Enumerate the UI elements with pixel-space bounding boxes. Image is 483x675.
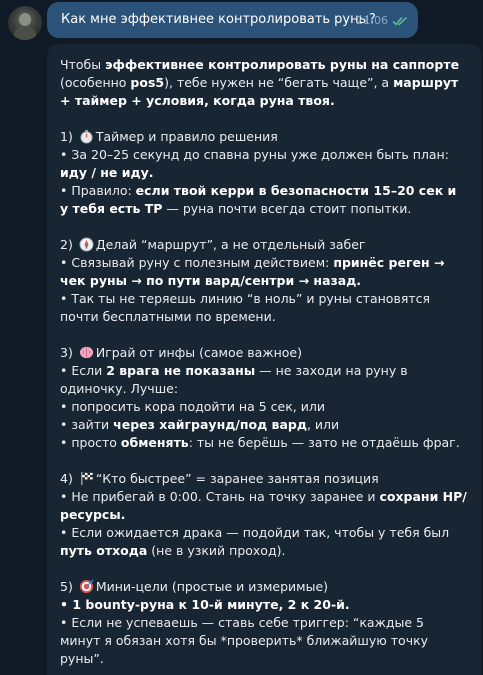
intro-text-1: Чтобы — [60, 57, 106, 72]
section-2-line-2: • Так ты не теряешь линию “в ноль” и рун… — [60, 291, 431, 324]
section-4-line-2-tail: (не в узкий проход). — [147, 543, 286, 558]
section-3-title: Играй от инфы (самое важное) — [95, 345, 302, 360]
section-5-line-1-bold: • 1 bounty-руна к 10-й минуте, 2 к 20-й. — [60, 597, 350, 612]
section-3-line-4-tail: : ты не берёшь — зато не отдаёшь фраг. — [188, 435, 460, 450]
avatar-head — [19, 13, 31, 26]
section-5-title: Мини-цели (простые и измеримые) — [95, 579, 329, 594]
section-4-title: “Кто быстрее” = заранее занятая позиция — [95, 471, 379, 486]
section-5-number: 5) — [60, 579, 77, 594]
user-avatar[interactable] — [8, 6, 42, 40]
intro-text-5: ), тебе нужен не “бегать чаще”, а — [164, 75, 394, 90]
section-3-heading: 3) Играй от инфы (самое важное) — [60, 344, 467, 362]
section-1-line-1-text: • За 20–25 секунд до спавна руны уже дол… — [60, 147, 449, 162]
section-1-title: Таймер и правило решения — [95, 129, 278, 144]
message-time: 21:06 — [356, 14, 388, 27]
section-4: 4) “Кто быстрее” = заранее занятая позиц… — [60, 470, 467, 560]
section-1-line-2: • Правило: если твой керри в безопасност… — [60, 182, 467, 218]
double-check-icon — [392, 16, 408, 26]
message-meta: 21:06 — [356, 14, 408, 27]
section-1: 1) Таймер и правило решения • За 20–25 с… — [60, 128, 467, 218]
section-4-line-1-text: • Не прибегай в 0:00. Стань на точку зар… — [60, 489, 380, 504]
brain-icon — [79, 346, 93, 359]
section-3-line-4-bold: обменять — [120, 435, 189, 450]
intro-text-2: эффективнее контролировать руны на саппо… — [105, 57, 460, 72]
target-icon — [79, 579, 94, 594]
section-3: 3) Играй от инфы (самое важное) • Если 2… — [60, 344, 467, 452]
section-5-heading: 5) Мини-цели (простые и измеримые) — [60, 578, 467, 596]
compass-icon — [79, 237, 94, 252]
section-2-line-1-text: • Связывай руну с полезным действием: — [60, 255, 334, 270]
avatar-body — [14, 26, 36, 40]
section-4-line-1: • Не прибегай в 0:00. Стань на точку зар… — [60, 488, 467, 524]
section-2-title: Делай “маршрут”, а не отдельный забег — [95, 237, 366, 252]
section-1-line-1-bold: иду / не иду. — [60, 165, 154, 180]
section-4-line-2-text: • Если ожидается драка — подойди так, чт… — [60, 525, 450, 540]
incoming-message[interactable]: Чтобы эффективнее контролировать руны на… — [47, 44, 481, 675]
section-5: 5) Мини-цели (простые и измеримые) • 1 b… — [60, 578, 467, 668]
intro-paragraph: Чтобы эффективнее контролировать руны на… — [60, 56, 467, 110]
section-5-line-1: • 1 bounty-руна к 10-й минуте, 2 к 20-й. — [60, 596, 467, 614]
section-4-line-2-bold: путь отхода — [60, 543, 148, 558]
stopwatch-icon — [80, 129, 93, 144]
section-3-line-4: • просто обменять: ты не берёшь — зато н… — [60, 434, 467, 452]
section-2-line-1: • Связывай руну с полезным действием: пр… — [60, 254, 467, 290]
section-3-line-1-bold: 2 врага не показаны — [106, 363, 256, 378]
section-1-heading: 1) Таймер и правило решения — [60, 128, 467, 146]
section-2-number: 2) — [60, 237, 77, 252]
outgoing-message[interactable]: Как мне эффективнее контролировать руны?… — [47, 2, 418, 38]
section-5-line-2: • Если не успеваешь — ставь себе триггер… — [60, 615, 429, 666]
section-3-number: 3) — [60, 345, 77, 360]
section-3-line-1: • Если 2 врага не показаны — не заходи н… — [60, 362, 467, 398]
section-3-line-4-text: • просто — [60, 435, 121, 450]
section-3-line-3: • зайти через хайграунд/под вард, или — [60, 416, 467, 434]
section-1-number: 1) — [60, 129, 77, 144]
section-3-line-3-text: • зайти — [60, 417, 114, 432]
section-4-number: 4) — [60, 471, 77, 486]
section-3-line-3-bold: через хайграунд/под вард — [113, 417, 307, 432]
section-1-line-1: • За 20–25 секунд до спавна руны уже дол… — [60, 146, 467, 182]
intro-text-4: pos5 — [130, 75, 165, 90]
outgoing-message-text: Как мне эффективнее контролировать руны? — [61, 12, 376, 27]
section-4-heading: 4) “Кто быстрее” = заранее занятая позиц… — [60, 470, 467, 488]
section-1-line-2-tail: — руна почти всегда стоит попытки. — [162, 201, 412, 216]
section-1-line-2-text: • Правило: — [60, 183, 136, 198]
section-2-heading: 2) Делай “маршрут”, а не отдельный забег — [60, 236, 467, 254]
section-2: 2) Делай “маршрут”, а не отдельный забег… — [60, 236, 467, 326]
section-3-line-3-tail: , или — [306, 417, 340, 432]
section-3-line-2: • попросить кора подойти на 5 сек, или — [60, 399, 325, 414]
chat-view: Как мне эффективнее контролировать руны?… — [0, 0, 483, 675]
section-3-line-1-text: • Если — [60, 363, 107, 378]
intro-text-3: (особенно — [60, 75, 131, 90]
section-4-line-2: • Если ожидается драка — подойди так, чт… — [60, 524, 467, 560]
checkered-flag-icon — [81, 471, 93, 486]
